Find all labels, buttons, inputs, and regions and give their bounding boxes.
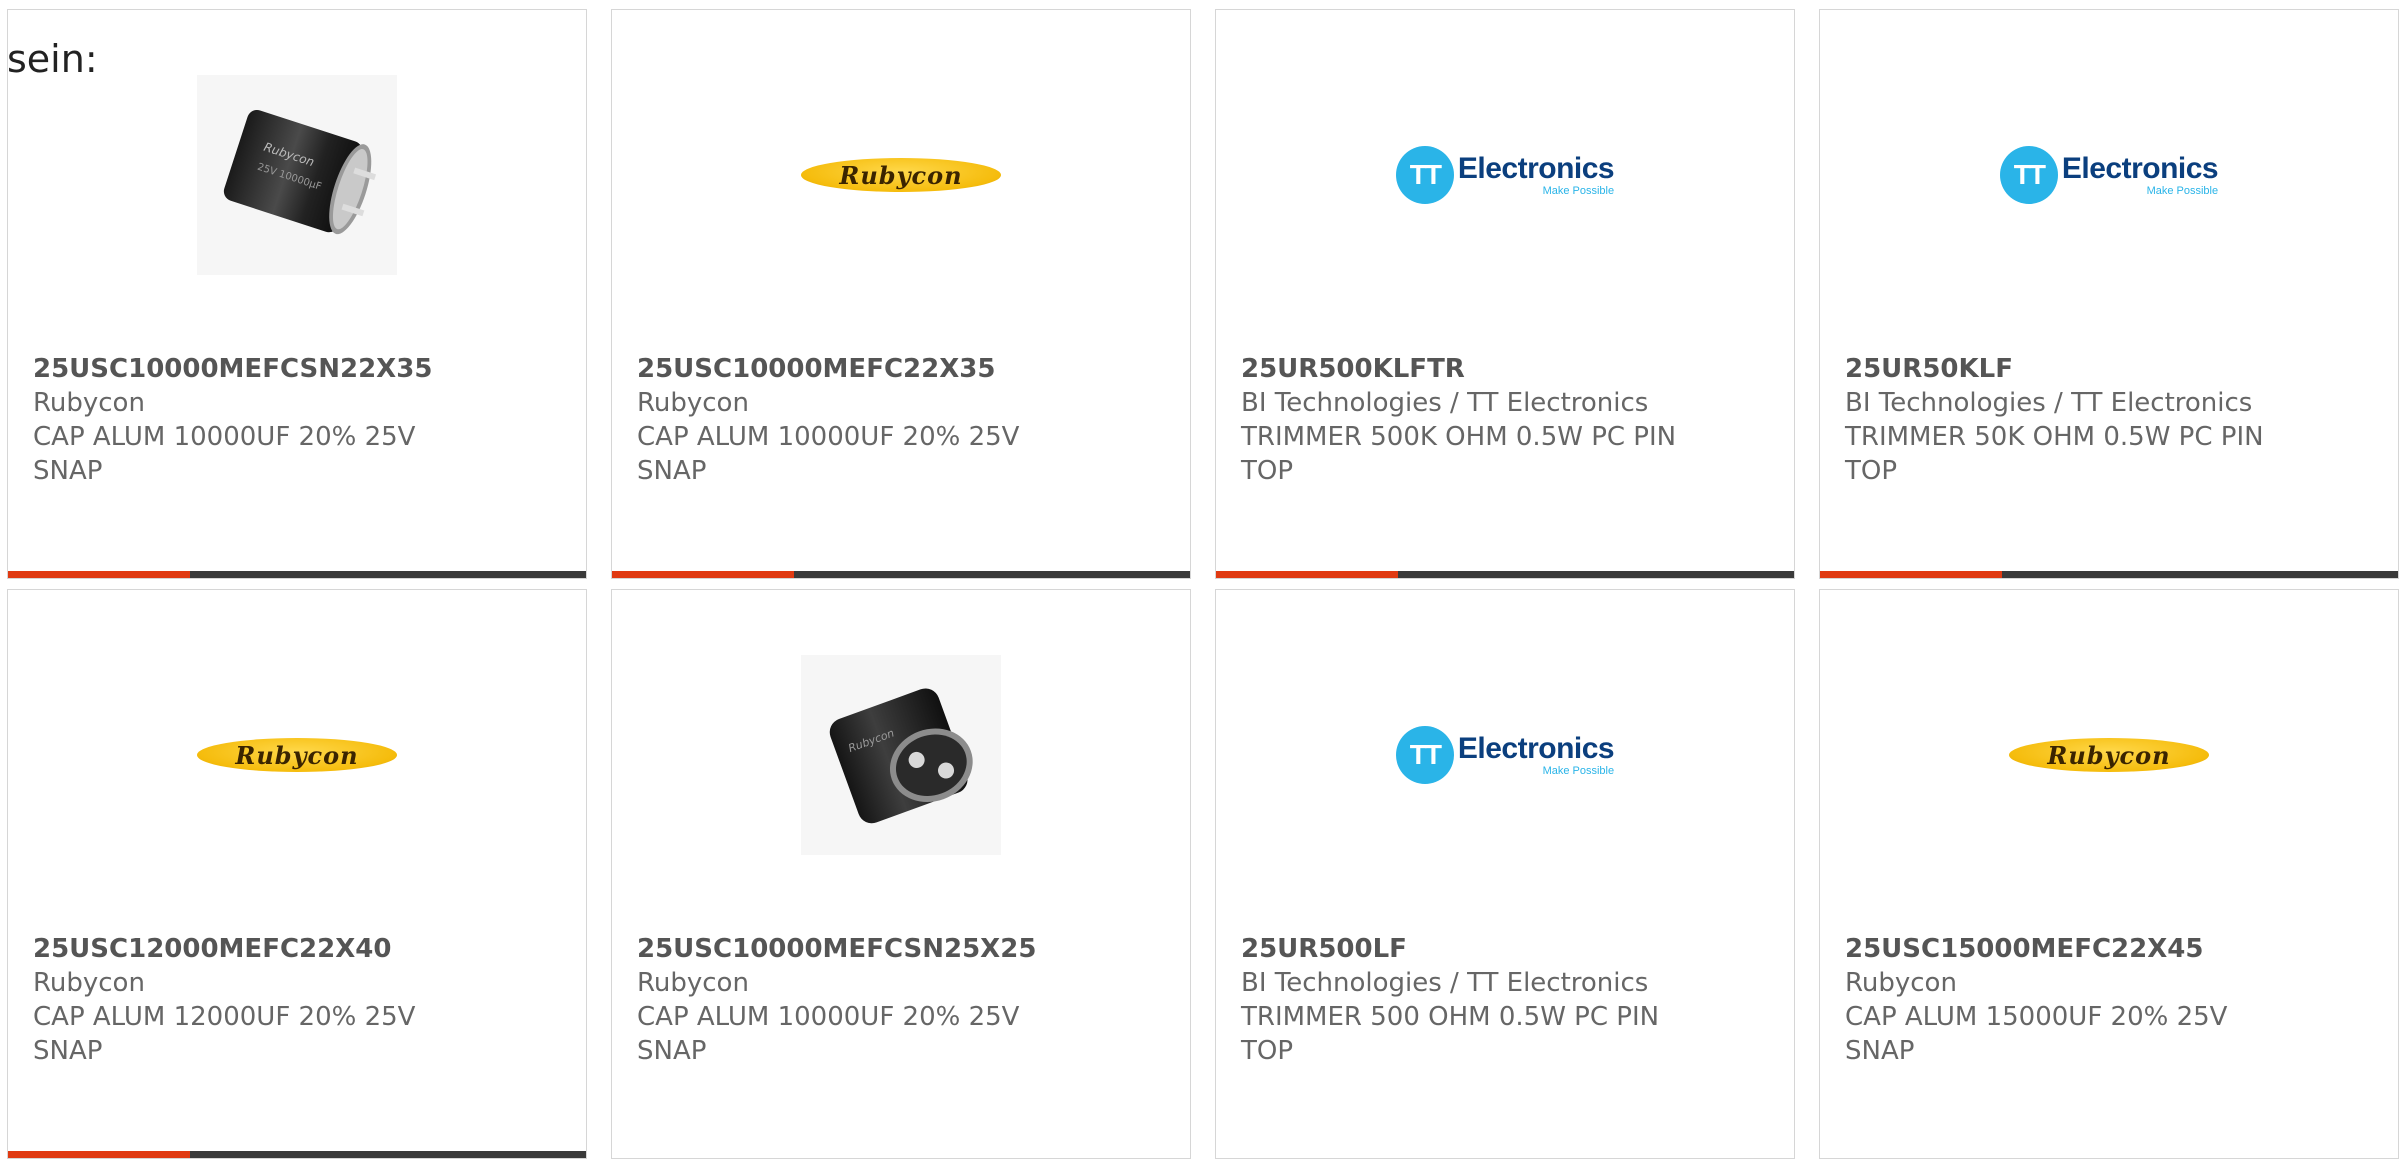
manufacturer: BI Technologies / TT Electronics — [1241, 968, 1649, 998]
manufacturer: Rubycon — [33, 388, 145, 418]
card-bottom-bar — [1820, 571, 2398, 578]
product-grid: Rubycon 25V 10000µF 25USC10000MEFCSN22X3… — [7, 9, 2399, 1159]
product-image[interactable]: Rubycon — [8, 650, 586, 860]
card-accent-bar — [8, 571, 190, 578]
tt-logo-word: Electronics — [1457, 152, 1615, 185]
part-number-link[interactable]: 25UR50KLF — [1845, 352, 2285, 386]
description: CAP ALUM 15000UF 20% 25V SNAP — [1845, 1002, 2228, 1066]
tt-electronics-logo: TT Electronics Make Possible — [1395, 146, 1615, 204]
product-card[interactable]: TT Electronics Make Possible 25UR500LF B… — [1215, 589, 1795, 1159]
part-number-link[interactable]: 25UR500KLFTR — [1241, 352, 1681, 386]
tt-logo-word: Electronics — [1457, 732, 1615, 765]
page: sein: Rubycon 25V 10000µF 25USC10000MEFC… — [0, 0, 2400, 1161]
card-bottom-bar — [1216, 571, 1794, 578]
card-accent-bar — [8, 1151, 190, 1158]
part-number-link[interactable]: 25USC12000MEFC22X40 — [33, 932, 473, 966]
product-image[interactable]: TT Electronics Make Possible — [1216, 650, 1794, 860]
part-number-link[interactable]: 25UR500LF — [1241, 932, 1681, 966]
part-number-link[interactable]: 25USC10000MEFCSN22X35 — [33, 352, 473, 386]
tt-logo-circle: TT — [1395, 726, 1454, 784]
product-card[interactable]: Rubycon 25USC10000MEFCSN25X25 Rubycon CA… — [611, 589, 1191, 1159]
card-bottom-bar — [8, 1151, 586, 1158]
product-image[interactable]: TT Electronics Make Possible — [1820, 70, 2398, 280]
product-card[interactable]: TT Electronics Make Possible 25UR500KLFT… — [1215, 9, 1795, 579]
description: CAP ALUM 10000UF 20% 25V SNAP — [637, 422, 1020, 486]
part-number-link[interactable]: 25USC15000MEFC22X45 — [1845, 932, 2285, 966]
capacitor-photo: Rubycon 25V 10000µF — [197, 75, 397, 275]
product-info: 25USC10000MEFCSN25X25 Rubycon CAP ALUM 1… — [637, 932, 1077, 1068]
product-info: 25UR50KLF BI Technologies / TT Electroni… — [1845, 352, 2285, 488]
manufacturer: BI Technologies / TT Electronics — [1845, 388, 2253, 418]
product-image[interactable]: Rubycon — [1820, 650, 2398, 860]
card-bottom-bar — [612, 571, 1190, 578]
tt-logo-tagline: Make Possible — [2146, 185, 2219, 197]
card-accent-bar — [612, 571, 794, 578]
tt-logo-text: Electronics Make Possible — [1457, 732, 1615, 778]
manufacturer: Rubycon — [637, 968, 749, 998]
product-card[interactable]: Rubycon 25USC15000MEFC22X45 Rubycon CAP … — [1819, 589, 2399, 1159]
product-card[interactable]: Rubycon 25USC10000MEFC22X35 Rubycon CAP … — [611, 9, 1191, 579]
product-image[interactable]: Rubycon — [612, 650, 1190, 860]
card-accent-bar — [1216, 571, 1398, 578]
description: TRIMMER 500 OHM 0.5W PC PIN TOP — [1241, 1002, 1660, 1066]
part-number-link[interactable]: 25USC10000MEFC22X35 — [637, 352, 1077, 386]
description: CAP ALUM 12000UF 20% 25V SNAP — [33, 1002, 416, 1066]
product-info: 25UR500KLFTR BI Technologies / TT Electr… — [1241, 352, 1681, 488]
rubycon-logo: Rubycon — [2009, 738, 2209, 772]
product-info: 25USC10000MEFC22X35 Rubycon CAP ALUM 100… — [637, 352, 1077, 488]
part-number-link[interactable]: 25USC10000MEFCSN25X25 — [637, 932, 1077, 966]
description: CAP ALUM 10000UF 20% 25V SNAP — [33, 422, 416, 486]
product-image[interactable]: Rubycon — [612, 70, 1190, 280]
tt-logo-text: Electronics Make Possible — [1457, 152, 1615, 198]
rubycon-logo: Rubycon — [197, 738, 397, 772]
manufacturer: Rubycon — [1845, 968, 1957, 998]
tt-electronics-logo: TT Electronics Make Possible — [1999, 146, 2219, 204]
product-card[interactable]: TT Electronics Make Possible 25UR50KLF B… — [1819, 9, 2399, 579]
rubycon-logo: Rubycon — [801, 158, 1001, 192]
product-info: 25USC15000MEFC22X45 Rubycon CAP ALUM 150… — [1845, 932, 2285, 1068]
product-info: 25UR500LF BI Technologies / TT Electroni… — [1241, 932, 1681, 1068]
description: TRIMMER 50K OHM 0.5W PC PIN TOP — [1845, 422, 2264, 486]
product-info: 25USC10000MEFCSN22X35 Rubycon CAP ALUM 1… — [33, 352, 473, 488]
card-accent-bar — [1820, 571, 2002, 578]
manufacturer: Rubycon — [33, 968, 145, 998]
tt-logo-circle: TT — [1395, 146, 1454, 204]
capacitor-photo: Rubycon — [801, 655, 1001, 855]
product-image[interactable]: Rubycon 25V 10000µF — [8, 70, 586, 280]
tt-electronics-logo: TT Electronics Make Possible — [1395, 726, 1615, 784]
manufacturer: Rubycon — [637, 388, 749, 418]
tt-logo-text: Electronics Make Possible — [2061, 152, 2219, 198]
tt-logo-circle: TT — [1999, 146, 2058, 204]
product-card[interactable]: Rubycon 25V 10000µF 25USC10000MEFCSN22X3… — [7, 9, 587, 579]
tt-logo-tagline: Make Possible — [1542, 765, 1615, 777]
product-card[interactable]: Rubycon 25USC12000MEFC22X40 Rubycon CAP … — [7, 589, 587, 1159]
card-bottom-bar — [8, 571, 586, 578]
description: TRIMMER 500K OHM 0.5W PC PIN TOP — [1241, 422, 1677, 486]
description: CAP ALUM 10000UF 20% 25V SNAP — [637, 1002, 1020, 1066]
product-info: 25USC12000MEFC22X40 Rubycon CAP ALUM 120… — [33, 932, 473, 1068]
product-image[interactable]: TT Electronics Make Possible — [1216, 70, 1794, 280]
manufacturer: BI Technologies / TT Electronics — [1241, 388, 1649, 418]
tt-logo-tagline: Make Possible — [1542, 185, 1615, 197]
intro-text: sein: — [7, 37, 98, 81]
tt-logo-word: Electronics — [2061, 152, 2219, 185]
